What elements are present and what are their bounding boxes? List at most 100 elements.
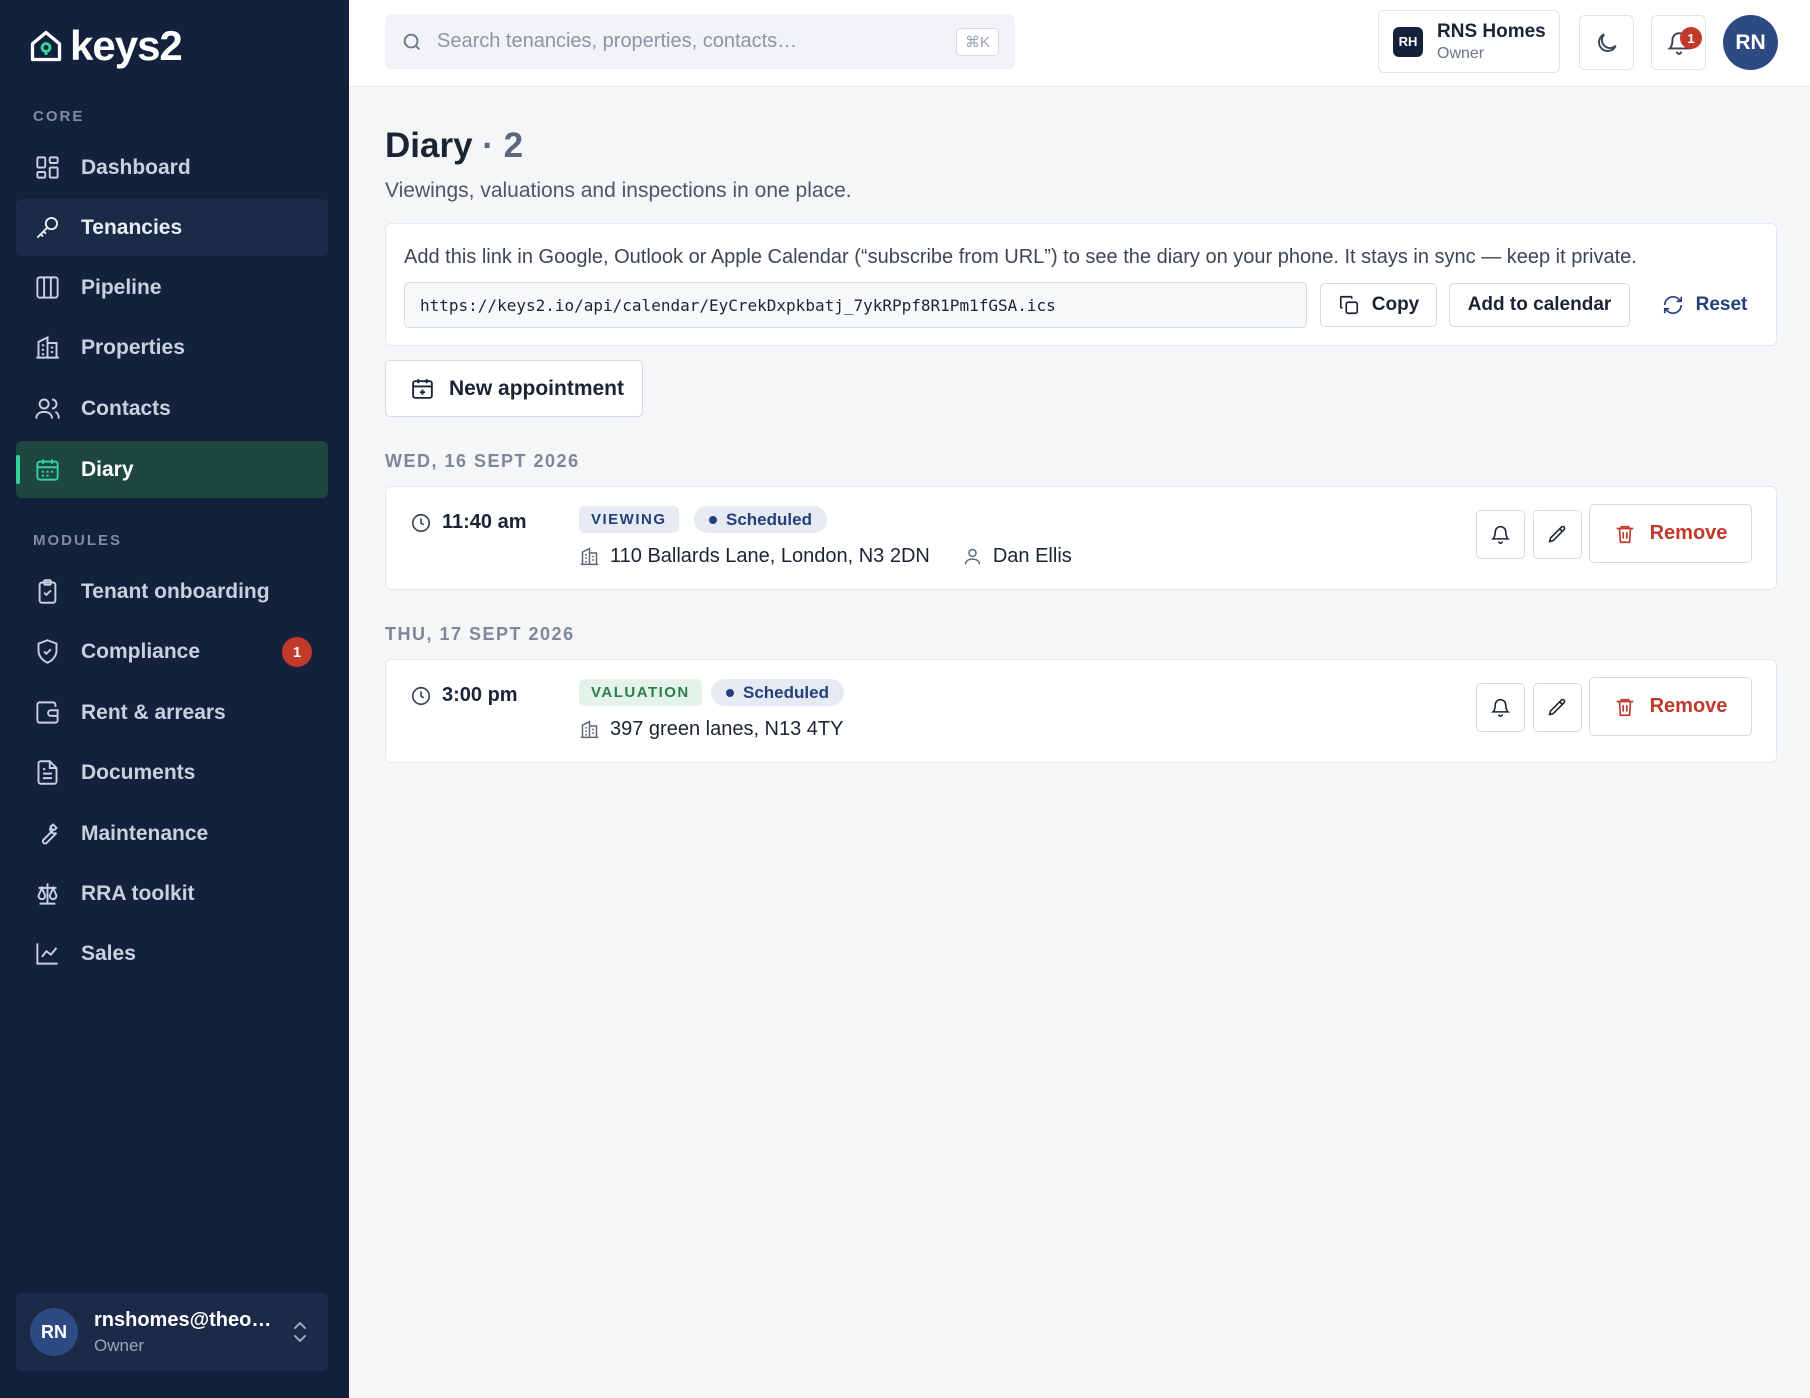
- building-icon: [36, 335, 59, 359]
- new-appointment-label: New appointment: [449, 376, 625, 400]
- sidebar-item-label: Sales: [81, 941, 136, 965]
- sidebar-item-label: Contacts: [81, 396, 171, 420]
- sidebar-item-label: Maintenance: [81, 821, 209, 845]
- clock-icon: [411, 686, 431, 705]
- sidebar-item-compliance[interactable]: Compliance 1: [16, 623, 328, 680]
- appointment-time: 11:40 am: [410, 511, 527, 534]
- sidebar-item-label: Pipeline: [81, 275, 162, 299]
- sidebar-item-diary[interactable]: Diary: [16, 441, 328, 498]
- sidebar-item-sales[interactable]: Sales: [16, 925, 328, 982]
- compliance-count-badge: 1: [282, 637, 312, 667]
- add-to-calendar-label: Add to calendar: [1467, 294, 1612, 315]
- calendar-icon: [36, 459, 59, 481]
- avatar: RN: [30, 1308, 78, 1356]
- account-switcher[interactable]: RN rnshomes@theoli… Owner: [16, 1293, 328, 1371]
- notifications-button[interactable]: 1: [1651, 15, 1706, 70]
- app-logo[interactable]: keys2: [28, 22, 183, 70]
- page-title-text: Diary: [385, 126, 473, 165]
- search-icon: [403, 33, 420, 50]
- appointment-type-tag: VALUATION: [579, 679, 702, 706]
- reminder-button[interactable]: [1476, 683, 1525, 732]
- sidebar-item-label: Compliance: [81, 639, 201, 663]
- users-icon: [35, 398, 60, 419]
- sidebar: keys2 CORE Dashboard Tenancies Pipeline …: [0, 0, 349, 1398]
- day-heading: WED, 16 SEPT 2026: [385, 451, 580, 471]
- appointment-address[interactable]: 397 green lanes, N13 4TY: [610, 718, 844, 741]
- status-badge: Scheduled: [694, 506, 827, 533]
- sidebar-item-rent-arrears[interactable]: Rent & arrears: [16, 684, 328, 741]
- sidebar-item-tenant-onboarding[interactable]: Tenant onboarding: [16, 563, 328, 620]
- document-icon: [37, 760, 58, 785]
- sidebar-item-properties[interactable]: Properties: [16, 319, 328, 376]
- notifications-count-badge: 1: [1680, 27, 1702, 49]
- sidebar-item-dashboard[interactable]: Dashboard: [16, 139, 328, 196]
- sidebar-item-label: RRA toolkit: [81, 881, 195, 905]
- search-input[interactable]: [437, 30, 937, 53]
- edit-appointment-button[interactable]: [1533, 510, 1582, 559]
- clipboard-check-icon: [38, 579, 57, 604]
- new-appointment-button[interactable]: New appointment: [385, 360, 643, 417]
- status-badge: Scheduled: [711, 679, 844, 706]
- reset-link-label: Reset: [1695, 294, 1748, 315]
- chart-line-icon: [36, 943, 58, 965]
- person-icon: [964, 548, 981, 565]
- reminder-button[interactable]: [1476, 510, 1525, 559]
- sidebar-item-contacts[interactable]: Contacts: [16, 380, 328, 437]
- appointment-contact[interactable]: Dan Ellis: [993, 545, 1072, 568]
- search-shortcut-hint: ⌘K: [955, 28, 999, 56]
- copy-link-button[interactable]: Copy: [1320, 283, 1437, 327]
- reset-link-button[interactable]: Reset: [1642, 283, 1767, 327]
- section-label-modules: MODULES: [33, 532, 122, 549]
- sidebar-item-label: Documents: [81, 760, 196, 784]
- sidebar-item-maintenance[interactable]: Maintenance: [16, 805, 328, 862]
- appointment-card[interactable]: 3:00 pm VALUATION Scheduled 397 green la…: [385, 659, 1777, 763]
- edit-appointment-button[interactable]: [1533, 683, 1582, 732]
- sidebar-item-label: Rent & arrears: [81, 700, 226, 724]
- shield-check-icon: [37, 639, 58, 664]
- sidebar-item-pipeline[interactable]: Pipeline: [16, 259, 328, 316]
- appointment-time: 3:00 pm: [410, 684, 518, 707]
- trash-icon: [1616, 698, 1633, 716]
- org-role: Owner: [1437, 44, 1485, 62]
- user-avatar-button[interactable]: RN: [1723, 15, 1778, 70]
- appointment-type-tag: VIEWING: [579, 506, 679, 533]
- section-label-core: CORE: [33, 108, 85, 125]
- sidebar-item-label: Tenancies: [81, 215, 183, 239]
- remove-label: Remove: [1649, 695, 1728, 717]
- organization-switcher[interactable]: RH RNS Homes Owner: [1378, 10, 1560, 73]
- user-email: rnshomes@theoli…: [94, 1308, 274, 1331]
- wallet-icon: [36, 701, 59, 724]
- house-logo-icon: [30, 30, 62, 62]
- add-to-calendar-button[interactable]: Add to calendar: [1449, 283, 1630, 327]
- trash-icon: [1616, 525, 1633, 543]
- sidebar-item-rra-toolkit[interactable]: RRA toolkit: [16, 865, 328, 922]
- app-name: keys2: [70, 22, 183, 69]
- calendar-plus-icon: [412, 379, 433, 399]
- kanban-icon: [36, 276, 59, 299]
- remove-appointment-button[interactable]: Remove: [1589, 677, 1752, 736]
- appointment-time-text: 11:40 am: [442, 511, 527, 533]
- appointment-address[interactable]: 110 Ballards Lane, London, N3 2DN: [610, 545, 930, 568]
- appointment-count: · 2: [482, 126, 524, 165]
- day-heading: THU, 17 SEPT 2026: [385, 624, 575, 644]
- calendar-url-field[interactable]: [404, 282, 1307, 328]
- theme-toggle-button[interactable]: [1579, 15, 1634, 70]
- sidebar-item-label: Diary: [81, 457, 134, 481]
- appointment-details: 397 green lanes, N13 4TY: [579, 718, 844, 741]
- sidebar-item-documents[interactable]: Documents: [16, 744, 328, 801]
- calendar-subscription-card: Add this link in Google, Outlook or Appl…: [385, 223, 1777, 346]
- moon-icon: [1597, 32, 1617, 52]
- chevron-up-down-icon: [294, 1322, 306, 1342]
- sidebar-item-label: Dashboard: [81, 155, 191, 179]
- appointment-card[interactable]: 11:40 am VIEWING Scheduled 110 Ballards …: [385, 486, 1777, 590]
- search-box[interactable]: ⌘K: [385, 14, 1015, 69]
- key-icon: [36, 216, 59, 239]
- sidebar-item-label: Properties: [81, 335, 185, 359]
- appointment-time-text: 3:00 pm: [442, 684, 518, 706]
- dashboard-icon: [36, 156, 59, 179]
- user-role: Owner: [94, 1335, 145, 1355]
- refresh-icon: [1663, 295, 1682, 315]
- sidebar-item-tenancies[interactable]: Tenancies: [16, 199, 328, 256]
- wrench-icon: [41, 823, 58, 845]
- remove-appointment-button[interactable]: Remove: [1589, 504, 1752, 563]
